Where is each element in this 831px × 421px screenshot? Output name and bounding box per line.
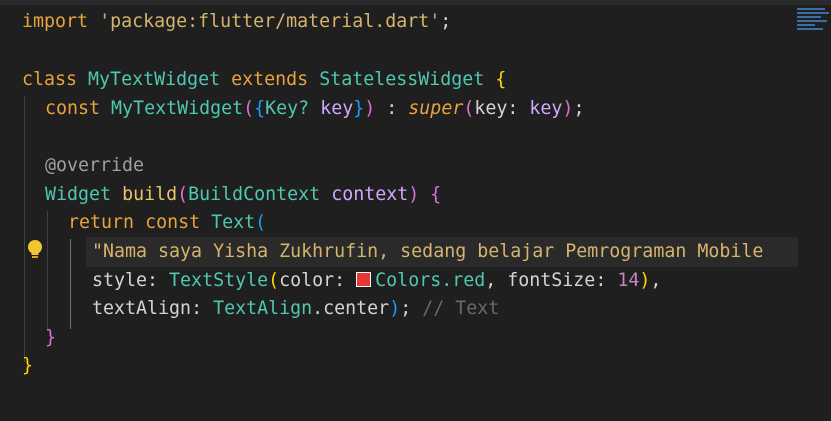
arg-name: key	[474, 98, 508, 119]
code-line-3: class MyTextWidget extends StatelessWidg…	[22, 66, 506, 95]
paren: )	[408, 184, 420, 205]
colon: :	[595, 270, 618, 291]
param-name: context	[331, 184, 409, 205]
code-line-10: style: TextStyle(color: Colors.red, font…	[92, 267, 661, 296]
keyword-extends: extends	[231, 69, 309, 90]
code-line-13: }	[22, 352, 33, 381]
prop-textalign: textAlign	[92, 298, 192, 319]
indent-guide-active	[70, 239, 71, 329]
parent-class: StatelessWidget	[319, 69, 485, 90]
code-line-4: const MyTextWidget({Key? key}) : super(k…	[45, 95, 584, 124]
paren: (	[255, 212, 267, 233]
semicolon: ;	[440, 11, 452, 32]
brace: {	[254, 98, 266, 119]
param-type: BuildContext	[188, 184, 321, 205]
constructor-name: MyTextWidget	[111, 98, 244, 119]
string-literal: "Nama saya Yisha Zukhrufin, sedang belaj…	[92, 241, 764, 262]
prop-color: color	[279, 270, 335, 291]
paren: )	[364, 98, 376, 119]
paren: (	[177, 184, 189, 205]
keyword-const: const	[145, 212, 201, 233]
color-swatch-icon[interactable]	[356, 272, 372, 287]
keyword-const: const	[45, 98, 101, 119]
code-line-6: @override	[45, 152, 144, 181]
keyword-return: return	[68, 212, 135, 233]
keyword-super: super	[408, 98, 464, 119]
code-editor[interactable]: import 'package:flutter/material.dart'; …	[0, 0, 831, 421]
code-line-9: "Nama saya Yisha Zukhrufin, sedang belaj…	[92, 238, 763, 267]
fontsize-value: 14	[617, 270, 640, 291]
colon: :	[375, 98, 409, 119]
inline-comment: // Text	[422, 298, 500, 319]
colon: :	[191, 298, 214, 319]
indent-guide	[47, 211, 48, 331]
annotation: @override	[45, 155, 145, 176]
paren: (	[268, 270, 280, 291]
prop-style: style	[92, 270, 148, 291]
paren: (	[243, 98, 255, 119]
type-textstyle: TextStyle	[169, 270, 269, 291]
color-value: Colors.red	[375, 270, 486, 291]
key-type: Key?	[265, 98, 310, 119]
colon: :	[334, 270, 357, 291]
paren: (	[463, 98, 475, 119]
code-line-7: Widget build(BuildContext context) {	[45, 181, 441, 210]
editor-top-edge	[0, 0, 831, 5]
prop-fontsize: fontSize	[507, 270, 596, 291]
lightbulb-icon[interactable]	[25, 239, 45, 261]
minimap[interactable]	[797, 8, 831, 38]
widget-name: Text	[211, 212, 256, 233]
brace: {	[495, 69, 507, 90]
import-path: 'package:flutter/material.dart'	[99, 11, 441, 32]
class-name: MyTextWidget	[88, 69, 221, 90]
code-line-8: return const Text(	[68, 209, 266, 238]
code-line-12: }	[45, 324, 56, 353]
code-line-1: import 'package:flutter/material.dart';	[22, 8, 451, 37]
code-line-11: textAlign: TextAlign.center); // Text	[92, 295, 499, 324]
member-center: .center	[312, 298, 390, 319]
arg-value: key	[529, 98, 563, 119]
key-param: key	[320, 98, 354, 119]
semicolon: ;	[573, 98, 585, 119]
keyword-class: class	[22, 69, 78, 90]
return-type: Widget	[45, 184, 112, 205]
paren: )	[639, 270, 651, 291]
brace: }	[22, 355, 34, 376]
semicolon: ;	[400, 298, 412, 319]
keyword-import: import	[22, 11, 89, 32]
indent-guide	[24, 96, 25, 362]
colon: :	[507, 98, 530, 119]
comma: ,	[650, 270, 662, 291]
brace: }	[45, 327, 57, 348]
method-name: build	[122, 184, 178, 205]
colon: :	[147, 270, 170, 291]
paren: )	[562, 98, 574, 119]
paren: )	[389, 298, 401, 319]
type-textalign: TextAlign	[213, 298, 313, 319]
brace: }	[353, 98, 365, 119]
comma: ,	[485, 270, 508, 291]
brace: {	[430, 184, 442, 205]
